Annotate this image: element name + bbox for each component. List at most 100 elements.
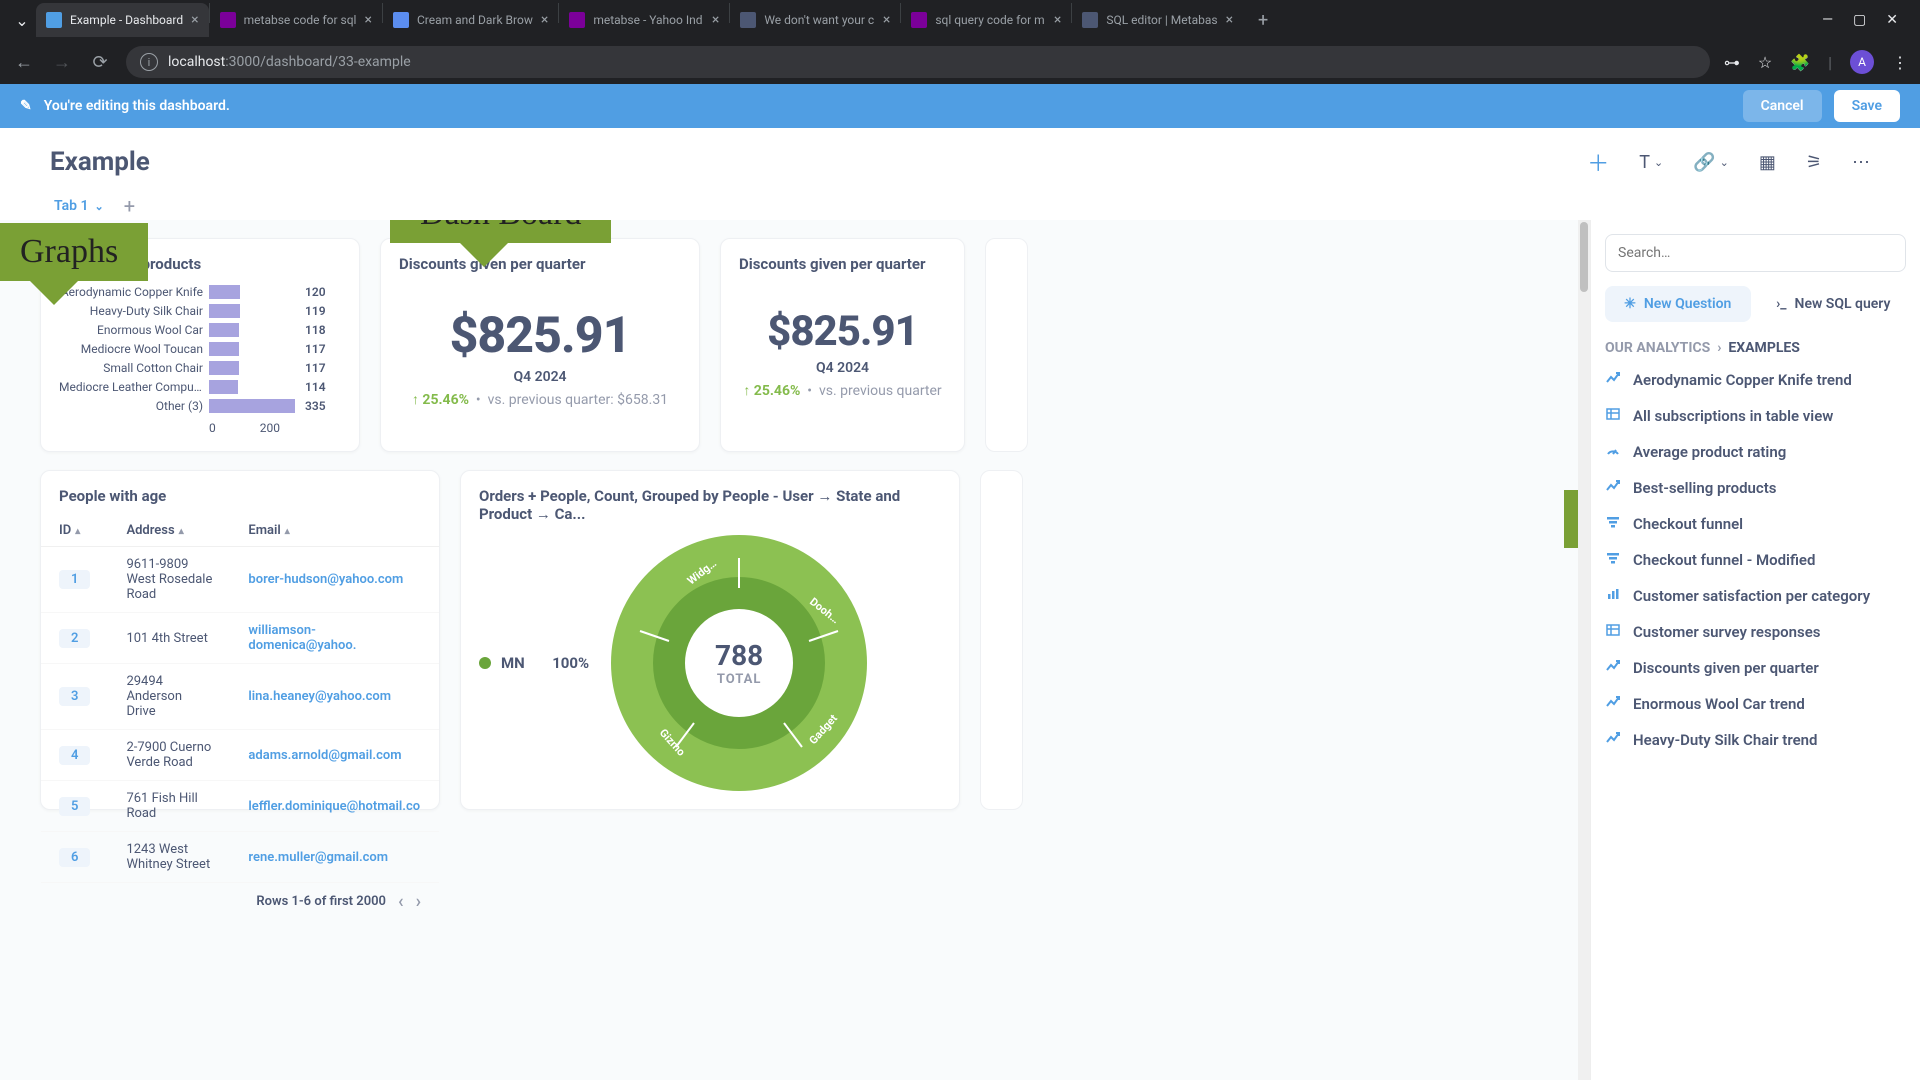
browser-tab[interactable]: SQL editor | Metabas× <box>1072 3 1243 37</box>
browser-tab[interactable]: We don't want your c× <box>730 3 900 37</box>
id-pill[interactable]: 5 <box>59 797 90 816</box>
card-donut[interactable]: Orders + People, Count, Grouped by Peopl… <box>460 470 960 810</box>
id-pill[interactable]: 1 <box>59 570 90 589</box>
scrollbar[interactable] <box>1578 220 1590 1080</box>
example-item[interactable]: Checkout funnel <box>1605 514 1906 534</box>
minimize-button[interactable]: — <box>1822 12 1833 28</box>
bar-value: 117 <box>305 361 326 375</box>
example-item[interactable]: Customer survey responses <box>1605 622 1906 642</box>
close-tab-icon[interactable]: × <box>541 12 548 28</box>
col-address[interactable]: Address▴ <box>108 515 230 547</box>
browser-tab[interactable]: metabse - Yahoo Ind× <box>559 3 729 37</box>
col-email[interactable]: Email▴ <box>230 515 439 547</box>
browser-tab[interactable]: sql query code for m× <box>901 3 1071 37</box>
chevron-down-icon[interactable]: ⌄ <box>95 200 104 213</box>
prev-page-button[interactable]: ‹ <box>398 891 404 912</box>
table-row[interactable]: 19611-9809 West Rosedale Roadborer-hudso… <box>41 547 439 613</box>
table-row[interactable]: 2101 4th Streetwilliamson-domenica@yahoo… <box>41 613 439 664</box>
table-row[interactable]: 329494 Anderson Drivelina.heaney@yahoo.c… <box>41 664 439 730</box>
section-tool[interactable]: ▦ <box>1759 152 1776 173</box>
close-tab-icon[interactable]: × <box>883 12 890 28</box>
browser-menu-icon[interactable]: ⋮ <box>1892 53 1908 72</box>
email-link[interactable]: borer-hudson@yahoo.com <box>248 572 403 587</box>
example-item[interactable]: All subscriptions in table view <box>1605 406 1906 426</box>
next-page-button[interactable]: › <box>416 891 421 912</box>
example-item[interactable]: Checkout funnel - Modified <box>1605 550 1906 570</box>
more-menu[interactable]: ⋯ <box>1852 152 1870 173</box>
card-title: Orders + People, Count, Grouped by Peopl… <box>479 487 941 523</box>
extensions-icon[interactable]: 🧩 <box>1790 53 1810 72</box>
example-item[interactable]: Best-selling products <box>1605 478 1906 498</box>
email-link[interactable]: rene.muller@gmail.com <box>248 850 388 865</box>
browser-tab[interactable]: Example - Dashboard× <box>36 3 209 37</box>
example-item[interactable]: Discounts given per quarter <box>1605 658 1906 678</box>
new-question-button[interactable]: ✳ New Question <box>1605 286 1751 322</box>
example-item[interactable]: Customer satisfaction per category <box>1605 586 1906 606</box>
url-input[interactable]: i localhost:3000/dashboard/33-example <box>126 46 1710 78</box>
id-pill[interactable]: 3 <box>59 687 90 706</box>
bar-row[interactable]: Other (3)335 <box>59 397 341 415</box>
close-tab-icon[interactable]: × <box>191 12 198 28</box>
reload-button[interactable]: ⟳ <box>88 52 112 73</box>
close-tab-icon[interactable]: × <box>1226 12 1233 28</box>
browser-tab[interactable]: Cream and Dark Brow× <box>383 3 558 37</box>
cancel-button[interactable]: Cancel <box>1743 90 1822 122</box>
close-tab-icon[interactable]: × <box>364 12 371 28</box>
table-row[interactable]: 61243 West Whitney Streetrene.muller@gma… <box>41 832 439 883</box>
example-item[interactable]: Heavy-Duty Silk Chair trend <box>1605 730 1906 750</box>
tab-search-dropdown[interactable]: ⌄ <box>8 6 36 34</box>
card-discounts-2[interactable]: Discounts given per quarter $825.91 Q4 2… <box>720 238 965 452</box>
dashboard-tabs: Tab 1 ⌄ + <box>0 178 1920 220</box>
bar-row[interactable]: Small Cotton Chair117 <box>59 359 341 377</box>
col-id[interactable]: ID▴ <box>41 515 108 547</box>
email-link[interactable]: williamson-domenica@yahoo. <box>248 623 356 653</box>
add-tab-button[interactable]: + <box>124 194 135 218</box>
email-link[interactable]: adams.arnold@gmail.com <box>248 748 401 763</box>
close-tab-icon[interactable]: × <box>1054 12 1061 28</box>
trend-icon <box>1605 694 1621 714</box>
close-window-button[interactable]: ✕ <box>1886 12 1898 28</box>
empty-card-placeholder[interactable] <box>985 238 1028 452</box>
email-link[interactable]: lina.heaney@yahoo.com <box>248 689 391 704</box>
password-icon[interactable]: ⊶ <box>1724 53 1740 72</box>
side-breadcrumb[interactable]: OUR ANALYTICS › EXAMPLES <box>1605 340 1906 356</box>
email-link[interactable]: leffler.dominique@hotmail.co <box>248 799 420 814</box>
metabase-app: ✎ You're editing this dashboard. Cancel … <box>0 84 1920 1080</box>
new-sql-button[interactable]: ›_ New SQL query <box>1761 286 1907 322</box>
empty-card-placeholder[interactable] <box>980 470 1023 810</box>
search-input[interactable] <box>1605 234 1906 272</box>
save-button[interactable]: Save <box>1834 90 1900 122</box>
dashboard-title[interactable]: Example <box>50 147 150 177</box>
example-item[interactable]: Enormous Wool Car trend <box>1605 694 1906 714</box>
example-item[interactable]: Average product rating <box>1605 442 1906 462</box>
card-people[interactable]: People with age ID▴ Address▴ Email▴ 1961… <box>40 470 440 810</box>
tab-1[interactable]: Tab 1 ⌄ <box>50 192 108 220</box>
profile-avatar[interactable]: A <box>1850 50 1874 74</box>
bar-row[interactable]: Enormous Wool Car118 <box>59 321 341 339</box>
side-panel: ✳ New Question ›_ New SQL query OUR ANAL… <box>1590 220 1920 1080</box>
forward-button[interactable]: → <box>50 52 74 73</box>
bookmark-icon[interactable]: ☆ <box>1758 53 1772 72</box>
gauge-icon <box>1605 442 1621 462</box>
close-tab-icon[interactable]: × <box>712 12 719 28</box>
site-info-icon[interactable]: i <box>140 53 158 71</box>
id-pill[interactable]: 6 <box>59 848 90 867</box>
id-pill[interactable]: 4 <box>59 746 90 765</box>
filter-tool[interactable]: ⚞ <box>1806 152 1822 173</box>
back-button[interactable]: ← <box>12 52 36 73</box>
card-discounts-1[interactable]: Discounts given per quarter $825.91 Q4 2… <box>380 238 700 452</box>
trend-icon <box>1605 658 1621 678</box>
new-tab-button[interactable]: + <box>1249 6 1277 34</box>
maximize-button[interactable]: ▢ <box>1853 12 1866 28</box>
table-row[interactable]: 5761 Fish Hill Roadleffler.dominique@hot… <box>41 781 439 832</box>
example-item[interactable]: Aerodynamic Copper Knife trend <box>1605 370 1906 390</box>
link-tool[interactable]: 🔗 ⌄ <box>1693 152 1729 173</box>
bar-row[interactable]: Mediocre Wool Toucan117 <box>59 340 341 358</box>
id-pill[interactable]: 2 <box>59 629 90 648</box>
text-tool[interactable]: T ⌄ <box>1639 152 1663 173</box>
add-card-button[interactable]: ＋ <box>1587 146 1609 178</box>
browser-tab[interactable]: metabse code for sql× <box>210 3 382 37</box>
bar-row[interactable]: Mediocre Leather Computer114 <box>59 378 341 396</box>
table-row[interactable]: 42-7900 Cuerno Verde Roadadams.arnold@gm… <box>41 730 439 781</box>
dashboard-canvas[interactable]: Graphs Dash Board Examples Best selling … <box>0 220 1578 1080</box>
